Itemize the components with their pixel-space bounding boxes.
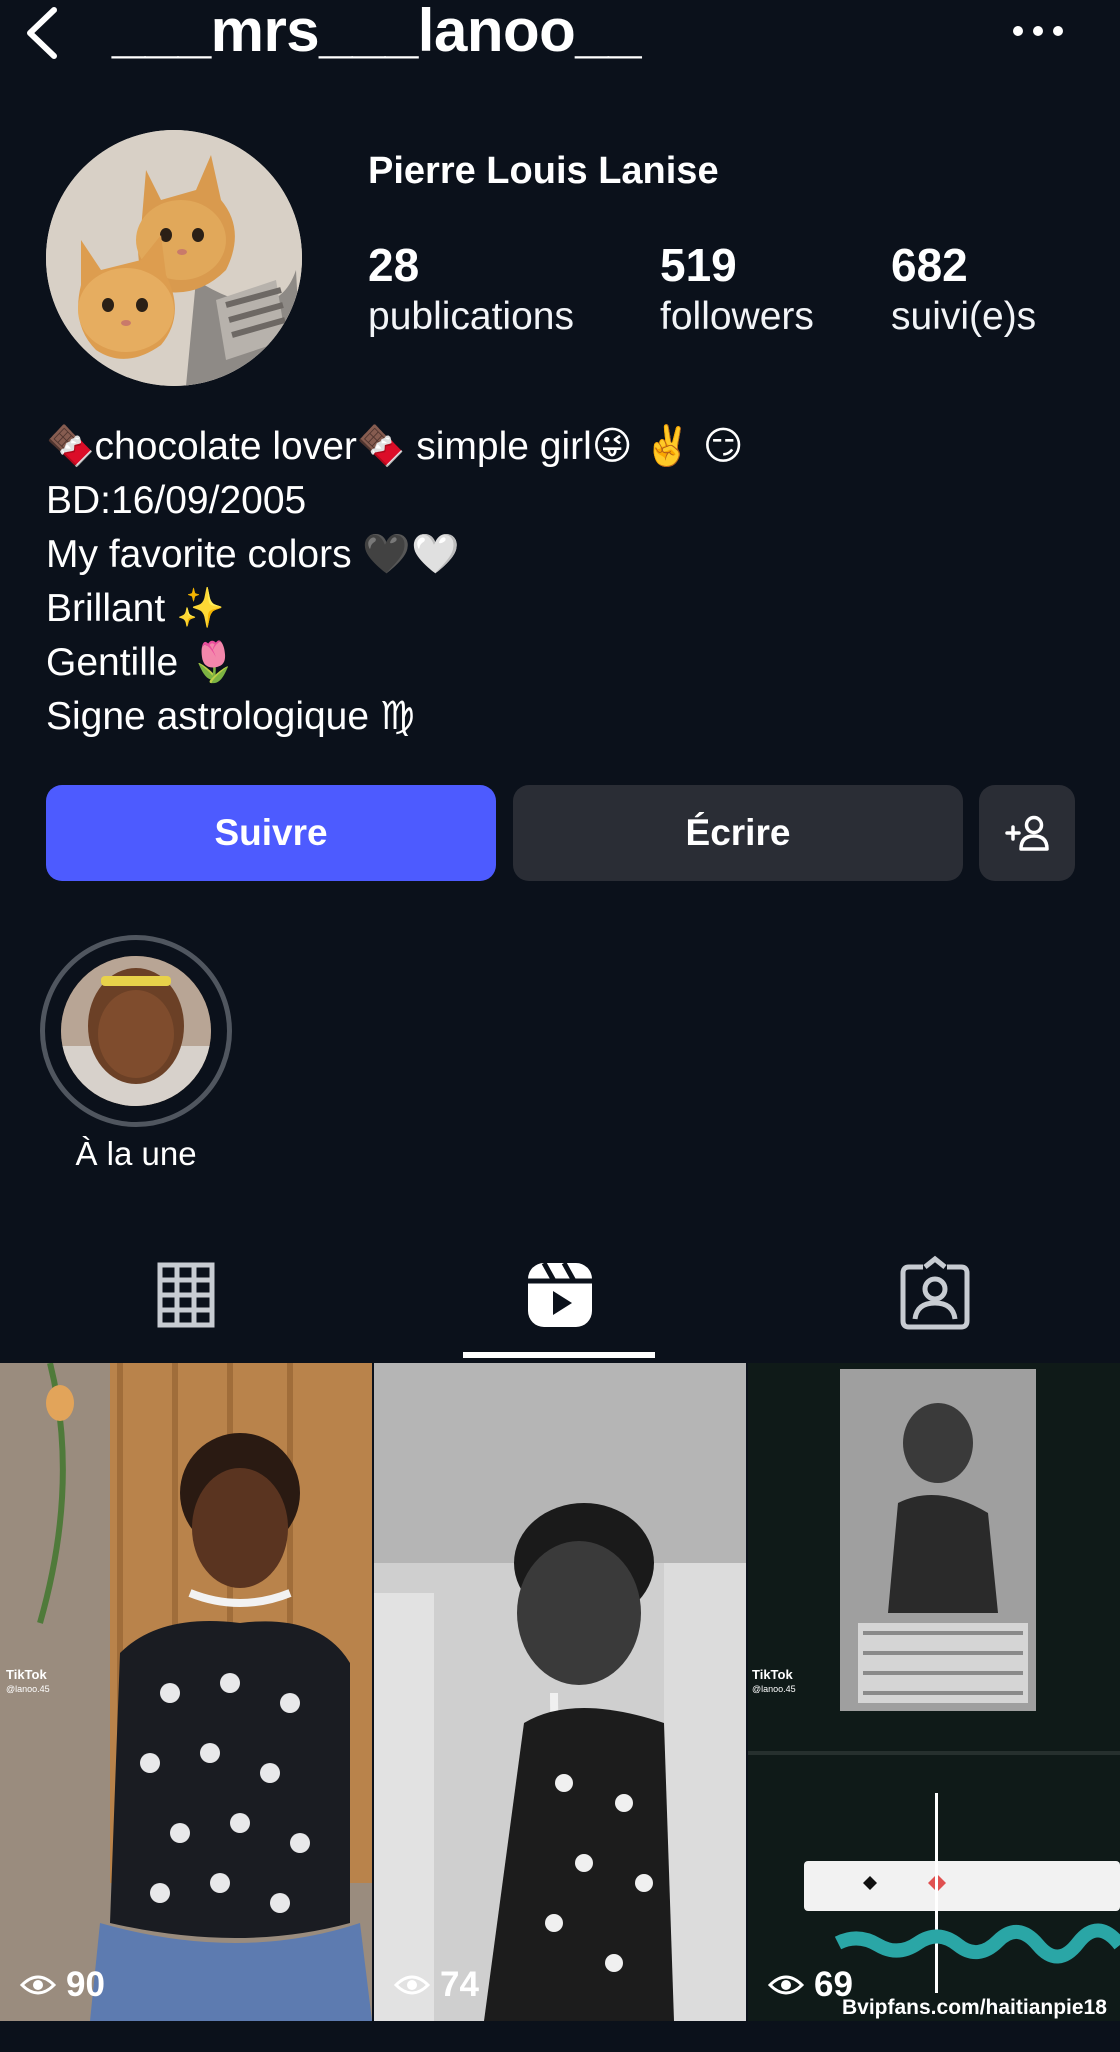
add-user-button[interactable] xyxy=(979,785,1075,881)
highlight-label: À la une xyxy=(75,1135,197,1172)
active-tab-indicator xyxy=(463,1352,655,1358)
view-count: 74 xyxy=(394,1965,479,2005)
chevron-left-icon[interactable] xyxy=(20,6,64,60)
eye-icon xyxy=(20,1975,56,1995)
top-bar: ___mrs___lanoo__ xyxy=(0,0,1120,70)
tiktok-handle: @lanoo.45 xyxy=(752,1684,796,1694)
reels-icon[interactable] xyxy=(520,1255,600,1335)
add-user-icon xyxy=(1005,815,1049,851)
bio-line: Signe astrologique ♍ xyxy=(46,695,415,738)
stat-followers-count: 519 xyxy=(660,239,737,291)
profile-username: ___mrs___lanoo__ xyxy=(112,0,642,64)
highlight-thumbnail xyxy=(61,956,211,1106)
view-count: 69 xyxy=(768,1965,853,2005)
bio-line: BD:16/09/2005 xyxy=(46,479,307,522)
stat-followers[interactable]: 519 followers xyxy=(660,238,814,342)
avatar[interactable] xyxy=(46,130,302,386)
view-count: 90 xyxy=(20,1965,105,2005)
reel-image xyxy=(0,1363,372,2021)
eye-icon xyxy=(394,1975,430,1995)
profile-full-name: Pierre Louis Lanise xyxy=(368,150,719,192)
stat-publications[interactable]: 28 publications xyxy=(368,238,574,342)
bio-line: 🍫chocolate lover🍫 simple girl😜 ✌️ 😏 xyxy=(46,425,744,468)
reel-image xyxy=(374,1363,746,2021)
tiktok-handle: @lanoo.45 xyxy=(6,1684,50,1694)
story-highlight[interactable] xyxy=(40,935,232,1127)
follow-button[interactable]: Suivre xyxy=(46,785,496,881)
message-button[interactable]: Écrire xyxy=(513,785,963,881)
reel-thumbnail[interactable]: TikTok @lanoo.45 69 xyxy=(748,1363,1120,2021)
stat-publications-count: 28 xyxy=(368,239,420,291)
tiktok-overlay: TikTok xyxy=(752,1667,793,1682)
tagged-icon[interactable] xyxy=(895,1255,975,1335)
stat-following-count: 682 xyxy=(891,239,968,291)
avatar-image xyxy=(46,130,302,386)
reel-thumbnail[interactable]: TikTok @lanoo.45 90 xyxy=(0,1363,372,2021)
bio-line: Gentille 🌷 xyxy=(46,641,238,684)
tiktok-overlay: TikTok xyxy=(6,1667,47,1682)
view-count-value: 90 xyxy=(66,1965,105,2004)
bio-line: Brillant ✨ xyxy=(46,587,225,630)
eye-icon xyxy=(768,1975,804,1995)
stat-following[interactable]: 682 suivi(e)s xyxy=(891,238,1036,342)
reel-image xyxy=(748,1363,1120,2021)
profile-bio: 🍫chocolate lover🍫 simple girl😜 ✌️ 😏 BD:1… xyxy=(46,420,743,744)
grid-icon[interactable] xyxy=(146,1255,226,1335)
bio-line: My favorite colors 🖤🤍 xyxy=(46,533,460,576)
more-horizontal-icon[interactable] xyxy=(1010,18,1066,44)
reel-thumbnail[interactable]: 74 xyxy=(374,1363,746,2021)
stat-following-label: suivi(e)s xyxy=(891,295,1037,338)
stat-followers-label: followers xyxy=(660,295,814,338)
watermark: Bvipfans.com/haitianpie18 xyxy=(842,1996,1107,2019)
view-count-value: 74 xyxy=(440,1965,479,2004)
stat-publications-label: publications xyxy=(368,295,574,338)
